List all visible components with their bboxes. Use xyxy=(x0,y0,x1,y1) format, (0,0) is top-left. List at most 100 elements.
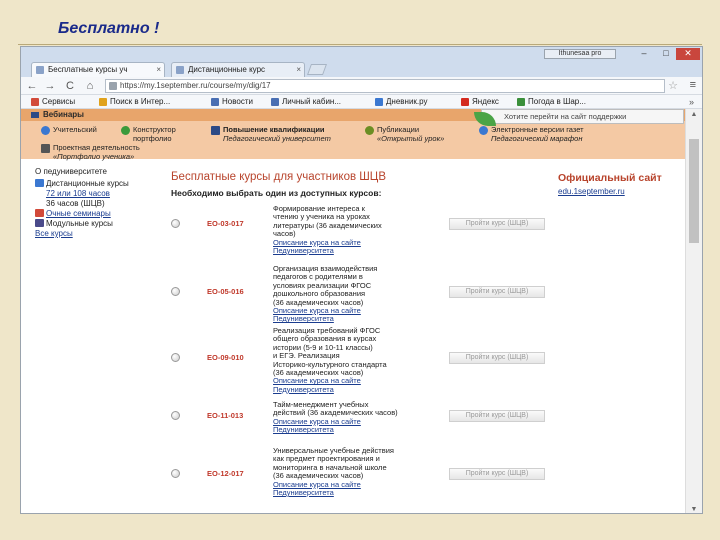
newspaper-icon xyxy=(479,126,488,135)
course-radio[interactable] xyxy=(171,287,180,296)
course-code: ЕО-03-017 xyxy=(207,219,244,228)
take-course-button[interactable]: Пройти курс (ШЦВ) xyxy=(449,468,545,480)
course-university-link[interactable]: Педуниверситета xyxy=(273,385,443,394)
portfolio-icon xyxy=(121,126,130,135)
sidebar: О педуниверситете Дистанционные курсы 72… xyxy=(35,167,185,239)
sidebar-item-seminars[interactable]: Очные семинары xyxy=(35,209,185,219)
tab-close-icon[interactable]: × xyxy=(296,63,301,76)
bookmark-label: Поиск в Интер... xyxy=(110,97,171,106)
course-radio[interactable] xyxy=(171,353,180,362)
scroll-down-icon[interactable]: ▼ xyxy=(686,506,702,513)
support-popup[interactable]: Хотите перейти на сайт поддержки xyxy=(474,109,684,126)
bookmark-label: Погода в Шар... xyxy=(528,97,586,106)
course-university-link[interactable]: Педуниверситета xyxy=(273,246,443,255)
bookmark-star-icon[interactable]: ☆ xyxy=(668,79,678,92)
window-toolbar-label[interactable]: Ithunesaa pro xyxy=(544,49,616,59)
take-course-button[interactable]: Пройти курс (ШЦВ) xyxy=(449,286,545,298)
course-description: Универсальные учебные действия как предм… xyxy=(273,446,443,497)
slide-divider xyxy=(18,44,702,45)
course-radio[interactable] xyxy=(171,219,180,228)
tab-distance-courses[interactable]: Дистанционные курс × xyxy=(171,62,305,77)
user-icon xyxy=(271,98,279,106)
address-bar[interactable]: https://my.1september.ru/course/my/dig/1… xyxy=(105,79,665,93)
sidebar-item-36-hours[interactable]: 36 часов (ШЦВ) xyxy=(35,199,185,209)
web-page: Вебинары Учительский Конструктор портфол… xyxy=(21,109,687,513)
course-description: Формирование интереса к чтению у ученика… xyxy=(273,204,443,255)
tab-label: Дистанционные курс xyxy=(188,65,266,74)
bookmarks-bar: Сервисы Поиск в Интер... Новости Личный … xyxy=(21,95,702,109)
scrollbar-thumb[interactable] xyxy=(689,139,699,243)
take-course-button[interactable]: Пройти курс (ШЦВ) xyxy=(449,352,545,364)
official-site-title: Официальный сайт xyxy=(558,172,662,184)
sidebar-heading[interactable]: О педуниверситете xyxy=(35,167,185,177)
bookmark-item[interactable]: Личный кабин... xyxy=(271,95,341,109)
site-nav-label: Проектная деятельность xyxy=(53,143,140,152)
site-nav-sublabel: Педагогический марафон xyxy=(491,134,583,143)
take-course-button[interactable]: Пройти курс (ШЦВ) xyxy=(449,410,545,422)
course-description: Реализация требований ФГОС общего образо… xyxy=(273,326,443,394)
camera-icon xyxy=(31,112,39,118)
vertical-scrollbar[interactable]: ▲ ▼ xyxy=(685,109,702,513)
bookmark-item[interactable]: Новости xyxy=(211,95,253,109)
navigation-bar: ← → C ⌂ https://my.1september.ru/course/… xyxy=(21,77,702,95)
bookmark-item[interactable]: Сервисы xyxy=(31,95,75,109)
back-arrow-icon[interactable]: ← xyxy=(25,79,39,93)
bookmark-item[interactable]: Погода в Шар... xyxy=(517,95,586,109)
bookmark-item[interactable]: Дневник.ру xyxy=(375,95,428,109)
sidebar-item-72-108[interactable]: 72 или 108 часов xyxy=(35,189,185,199)
sidebar-item-label: Модульные курсы xyxy=(46,219,113,228)
scroll-up-icon[interactable]: ▲ xyxy=(686,111,702,118)
course-university-link[interactable]: Педуниверситета xyxy=(273,425,443,434)
tab-free-courses[interactable]: Бесплатные курсы уч × xyxy=(31,62,165,77)
site-nav-label: Электронные версии газет xyxy=(491,125,584,134)
site-nav-label: Повышение квалификации xyxy=(223,125,325,134)
sidebar-item-all-courses[interactable]: Все курсы xyxy=(35,229,185,239)
reload-icon[interactable]: C xyxy=(63,79,77,93)
maximize-button[interactable]: □ xyxy=(656,48,676,60)
official-site-link[interactable]: edu.1september.ru xyxy=(558,187,625,196)
bookmark-item[interactable]: Поиск в Интер... xyxy=(99,95,170,109)
course-radio[interactable] xyxy=(171,411,180,420)
course-university-link[interactable]: Педуниверситета xyxy=(273,315,443,324)
tab-label: Бесплатные курсы уч xyxy=(48,65,128,74)
site-nav-label: Учительский xyxy=(53,125,97,134)
bookmark-item[interactable]: Яндекс xyxy=(461,95,499,109)
course-code: ЕО-05-016 xyxy=(207,287,244,296)
page-icon xyxy=(109,82,117,90)
forward-arrow-icon[interactable]: → xyxy=(43,79,57,93)
news-icon xyxy=(211,98,219,106)
tab-strip: Бесплатные курсы уч × Дистанционные курс… xyxy=(21,61,702,77)
site-nav-sublabel: «Открытый урок» xyxy=(377,134,445,143)
site-nav-item[interactable]: Конструктор портфолио xyxy=(121,125,176,143)
sidebar-item-modular[interactable]: Модульные курсы xyxy=(35,219,185,229)
globe-icon xyxy=(35,179,44,187)
site-nav-item[interactable]: Электронные версии газет Педагогический … xyxy=(479,125,584,143)
site-nav-item[interactable]: Публикации «Открытый урок» xyxy=(365,125,445,143)
course-description: Организация взаимодействия педагогов с р… xyxy=(273,264,443,324)
course-radio[interactable] xyxy=(171,469,180,478)
graduation-cap-icon xyxy=(41,144,50,153)
site-nav-sublabel: «Портфолио ученика» xyxy=(53,152,135,161)
bookmark-label: Яндекс xyxy=(472,97,499,106)
site-nav-sublabel: Педагогический университет xyxy=(223,134,331,143)
sidebar-item-label: Дистанционные курсы xyxy=(46,179,129,188)
bookmark-label: Новости xyxy=(222,97,253,106)
menu-icon[interactable]: ≡ xyxy=(690,79,696,91)
new-tab-button[interactable] xyxy=(306,64,328,75)
page-title: Бесплатные курсы для участников ШЦВ xyxy=(171,171,386,183)
computer-icon xyxy=(35,219,44,227)
site-nav-item[interactable]: Проектная деятельность «Портфолио ученик… xyxy=(41,143,140,161)
webinars-label: Вебинары xyxy=(43,110,84,119)
university-icon xyxy=(211,126,220,135)
close-button[interactable]: ✕ xyxy=(676,48,700,60)
take-course-button[interactable]: Пройти курс (ШЦВ) xyxy=(449,218,545,230)
site-nav-item[interactable]: Повышение квалификации Педагогический ун… xyxy=(211,125,331,143)
site-nav-item[interactable]: Учительский xyxy=(41,125,97,135)
course-university-link[interactable]: Педуниверситета xyxy=(273,488,443,497)
tab-close-icon[interactable]: × xyxy=(156,63,161,76)
slide-title: Бесплатно ! xyxy=(58,20,160,37)
bookmarks-more-icon[interactable]: » xyxy=(689,95,694,109)
minimize-button[interactable]: – xyxy=(634,48,654,60)
sidebar-item-distance-courses[interactable]: Дистанционные курсы xyxy=(35,179,185,189)
home-icon[interactable]: ⌂ xyxy=(83,79,97,93)
